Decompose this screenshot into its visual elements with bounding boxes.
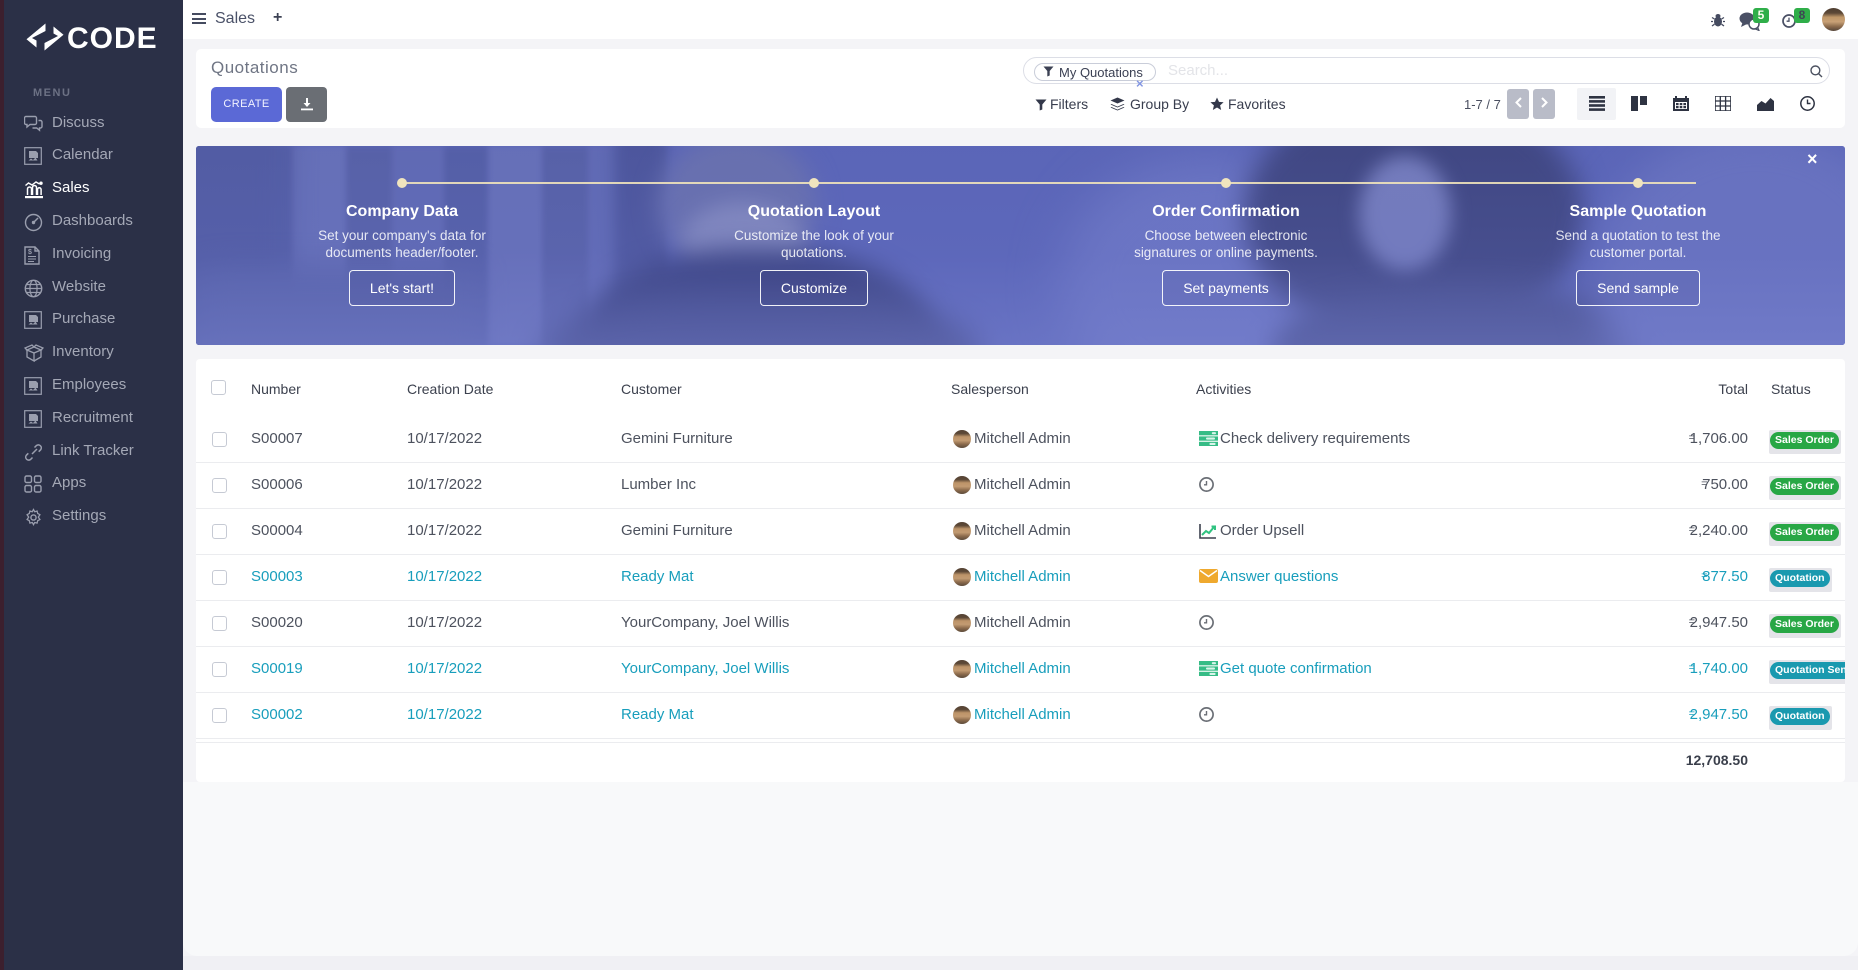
svg-text:$: $ [28,249,32,256]
